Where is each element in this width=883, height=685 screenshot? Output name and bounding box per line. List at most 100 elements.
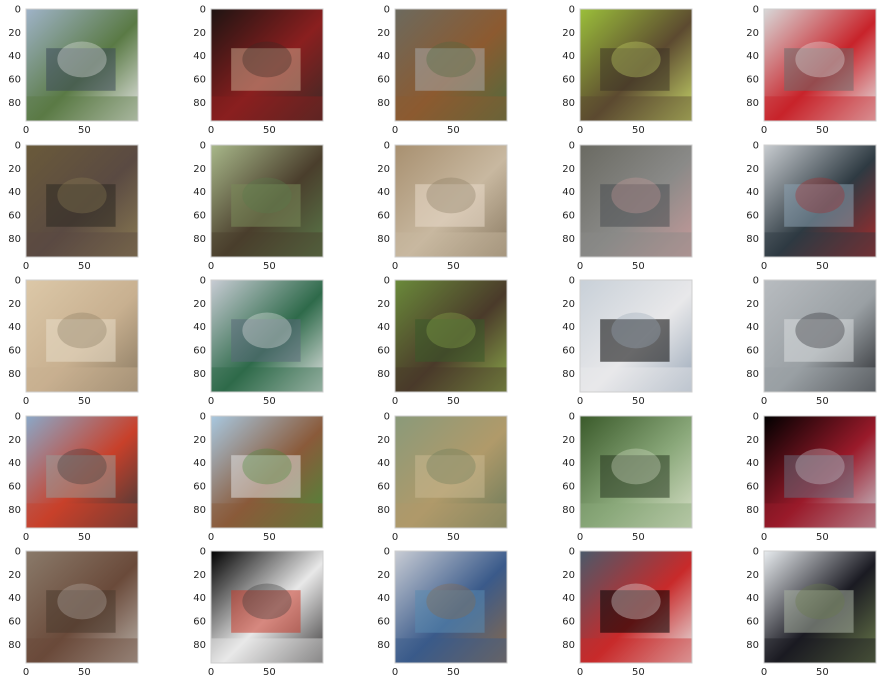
y-tick-label: 40 — [746, 593, 759, 604]
y-tick-label: 0 — [753, 412, 759, 423]
x-tick-label: 0 — [392, 261, 398, 272]
y-tick-label: 40 — [562, 458, 575, 469]
subplot-18: 0 20 40 60 80 0 50 — [377, 412, 508, 543]
y-tick-label: 0 — [15, 276, 21, 287]
y-tick-label: 20 — [746, 435, 759, 446]
y-tick-label: 0 — [200, 412, 206, 423]
image-thumbnail — [580, 416, 692, 528]
y-tick-label: 20 — [193, 28, 206, 39]
x-tick-label: 50 — [78, 667, 91, 678]
figure-canvas: 0 20 40 60 80 0 50 0 20 40 60 80 0 50 0 20 40 60 80 0 50 0 20 4… — [8, 5, 877, 678]
y-tick-label: 20 — [562, 570, 575, 581]
y-tick-label: 0 — [753, 141, 759, 152]
x-tick-label: 0 — [761, 396, 767, 407]
x-tick-label: 50 — [632, 396, 645, 407]
image-thumbnail — [580, 9, 692, 121]
y-tick-label: 80 — [562, 369, 575, 380]
y-tick-label: 0 — [384, 412, 390, 423]
subplot-25: 0 20 40 60 80 0 50 — [746, 547, 877, 678]
image-thumbnail — [211, 145, 323, 257]
image-thumbnail — [395, 280, 507, 392]
y-tick-label: 40 — [8, 187, 21, 198]
x-tick-label: 50 — [816, 667, 829, 678]
x-tick-label: 50 — [632, 667, 645, 678]
y-tick-label: 80 — [8, 98, 21, 109]
image-thumbnail — [26, 9, 138, 121]
subplot-22: 0 20 40 60 80 0 50 — [193, 547, 324, 678]
x-tick-label: 50 — [447, 125, 460, 136]
x-tick-label: 0 — [208, 125, 214, 136]
y-tick-label: 20 — [193, 570, 206, 581]
y-tick-label: 80 — [562, 234, 575, 245]
x-tick-label: 50 — [78, 125, 91, 136]
x-tick-label: 0 — [23, 667, 29, 678]
subplot-1: 0 20 40 60 80 0 50 — [8, 5, 139, 136]
x-tick-label: 0 — [761, 667, 767, 678]
y-tick-label: 40 — [377, 322, 390, 333]
y-tick-label: 80 — [8, 234, 21, 245]
y-tick-label: 60 — [193, 75, 206, 86]
y-tick-label: 80 — [8, 505, 21, 516]
subplot-2: 0 20 40 60 80 0 50 — [193, 5, 324, 136]
y-tick-label: 80 — [8, 369, 21, 380]
image-thumbnail — [211, 416, 323, 528]
x-tick-label: 0 — [23, 396, 29, 407]
subplot-9: 0 20 40 60 80 0 50 — [562, 141, 693, 272]
y-tick-label: 20 — [193, 435, 206, 446]
image-grid-figure: 0 20 40 60 80 0 50 0 20 40 60 80 0 50 0 20 40 60 80 0 50 0 20 4… — [0, 0, 883, 685]
y-tick-label: 0 — [569, 276, 575, 287]
subplot-14: 0 20 40 60 80 0 50 — [562, 276, 693, 407]
subplot-12: 0 20 40 60 80 0 50 — [193, 276, 324, 407]
image-thumbnail — [764, 9, 876, 121]
y-tick-label: 20 — [377, 570, 390, 581]
subplot-8: 0 20 40 60 80 0 50 — [377, 141, 508, 272]
y-tick-label: 80 — [562, 505, 575, 516]
x-tick-label: 50 — [447, 667, 460, 678]
y-tick-label: 60 — [746, 75, 759, 86]
y-tick-label: 20 — [8, 299, 21, 310]
y-tick-label: 0 — [753, 276, 759, 287]
x-tick-label: 0 — [23, 261, 29, 272]
y-tick-label: 60 — [193, 617, 206, 628]
image-thumbnail — [26, 280, 138, 392]
x-tick-label: 50 — [263, 667, 276, 678]
y-tick-label: 0 — [569, 412, 575, 423]
subplot-11: 0 20 40 60 80 0 50 — [8, 276, 139, 407]
y-tick-label: 20 — [193, 299, 206, 310]
x-tick-label: 50 — [263, 125, 276, 136]
x-tick-label: 50 — [632, 532, 645, 543]
image-thumbnail — [211, 551, 323, 663]
image-thumbnail — [580, 145, 692, 257]
subplot-3: 0 20 40 60 80 0 50 — [377, 5, 508, 136]
y-tick-label: 40 — [8, 322, 21, 333]
x-tick-label: 50 — [263, 261, 276, 272]
subplot-20: 0 20 40 60 80 0 50 — [746, 412, 877, 543]
y-tick-label: 20 — [562, 28, 575, 39]
y-tick-label: 40 — [193, 322, 206, 333]
y-tick-label: 20 — [746, 570, 759, 581]
y-tick-label: 80 — [746, 98, 759, 109]
image-thumbnail — [26, 416, 138, 528]
image-thumbnail — [211, 280, 323, 392]
y-tick-label: 40 — [746, 458, 759, 469]
x-tick-label: 0 — [761, 261, 767, 272]
y-tick-label: 80 — [377, 98, 390, 109]
x-tick-label: 50 — [632, 125, 645, 136]
y-tick-label: 80 — [746, 369, 759, 380]
y-tick-label: 0 — [384, 141, 390, 152]
y-tick-label: 80 — [193, 369, 206, 380]
y-tick-label: 60 — [562, 211, 575, 222]
subplot-13: 0 20 40 60 80 0 50 — [377, 276, 508, 407]
subplot-4: 0 20 40 60 80 0 50 — [562, 5, 693, 136]
image-thumbnail — [764, 416, 876, 528]
x-tick-label: 50 — [816, 532, 829, 543]
x-tick-label: 50 — [447, 396, 460, 407]
image-thumbnail — [764, 145, 876, 257]
y-tick-label: 60 — [562, 75, 575, 86]
y-tick-label: 20 — [746, 28, 759, 39]
x-tick-label: 0 — [208, 532, 214, 543]
x-tick-label: 0 — [23, 532, 29, 543]
y-tick-label: 60 — [193, 346, 206, 357]
y-tick-label: 40 — [8, 51, 21, 62]
y-tick-label: 0 — [753, 547, 759, 558]
